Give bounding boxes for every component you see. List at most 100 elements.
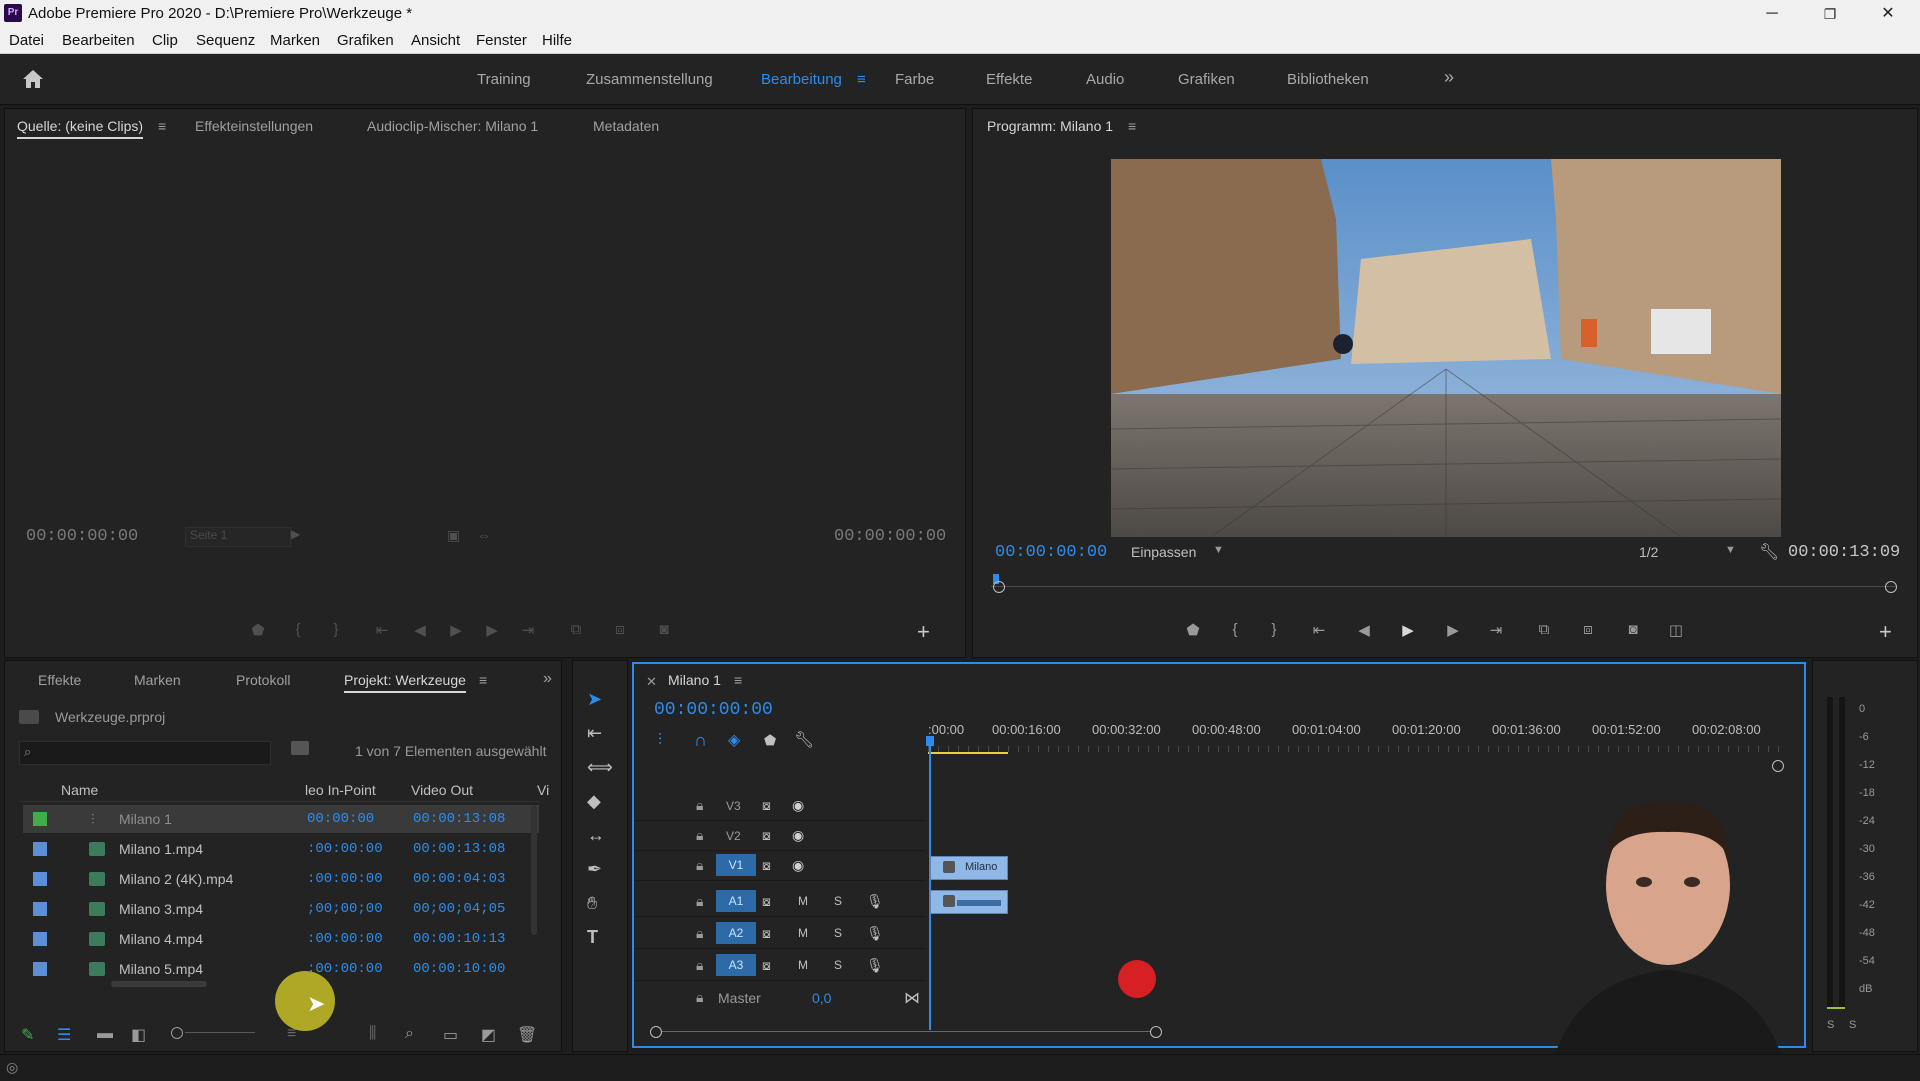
comparison-view-icon[interactable]: ◫ (1663, 621, 1689, 639)
freeform-view-icon[interactable]: ◧ (131, 1025, 146, 1045)
nest-icon[interactable]: ⫶ (658, 732, 662, 750)
sync-lock-icon[interactable]: ⧇ (762, 797, 771, 814)
microphone-icon[interactable]: 🎙︎ (866, 957, 884, 974)
label-color-swatch[interactable] (33, 872, 47, 886)
track-lock-icon[interactable]: 🔒︎ (696, 857, 703, 874)
vertical-scrollbar[interactable] (531, 805, 537, 935)
fit-chevron-down-icon[interactable]: ▼ (1213, 544, 1224, 556)
selection-tool-icon[interactable]: ➤ (587, 689, 602, 710)
source-page-select[interactable]: Seite 1 (185, 527, 291, 547)
slip-tool-icon[interactable]: ↔ (587, 825, 605, 846)
step-forward-icon[interactable]: ▶ (479, 621, 505, 639)
microphone-icon[interactable]: 🎙︎ (866, 925, 884, 942)
timeline-settings-icon[interactable]: 🔧︎ (794, 730, 814, 750)
menu-datei[interactable]: Datei (9, 32, 44, 49)
list-item[interactable]: Milano 1.mp4 :00:00:00 00:00:13:08 (23, 835, 539, 863)
step-back-icon[interactable]: ◀ (1351, 621, 1377, 639)
mark-out-icon[interactable]: } (1261, 621, 1287, 638)
close-button[interactable]: ✕ (1868, 2, 1908, 26)
toggle-output-eye-icon[interactable]: ◉ (792, 827, 804, 844)
program-menu-icon[interactable]: ≡ (1128, 118, 1136, 134)
menu-fenster[interactable]: Fenster (476, 32, 527, 49)
tab-metadata[interactable]: Metadaten (593, 118, 659, 134)
label-color-swatch[interactable] (33, 842, 47, 856)
list-item[interactable]: Milano 3.mp4 ;00;00;00 00;00;04;05 (23, 895, 539, 923)
sequence-menu-icon[interactable]: ≡ (734, 672, 742, 688)
razor-tool-icon[interactable]: ◆ (587, 791, 601, 812)
go-to-in-icon[interactable]: ⇤ (369, 621, 395, 639)
project-menu-icon[interactable]: ≡ (479, 672, 487, 688)
track-label[interactable]: A1 (716, 890, 756, 912)
new-bin-from-search-icon[interactable] (291, 741, 309, 755)
track-label[interactable]: V1 (716, 854, 756, 876)
sync-lock-icon[interactable]: ⧇ (762, 957, 771, 974)
step-back-icon[interactable]: ◀ (407, 621, 433, 639)
workspace-zusammenstellung[interactable]: Zusammenstellung (586, 71, 713, 88)
insert-icon[interactable]: ⧉ (563, 621, 589, 638)
menu-marken[interactable]: Marken (270, 32, 320, 49)
resolution-select[interactable]: 1/2 (1639, 544, 1658, 560)
add-button-icon[interactable]: + (917, 619, 930, 645)
workspace-bearbeitung[interactable]: Bearbeitung (761, 71, 842, 88)
icon-view-icon[interactable]: ▬ (97, 1025, 113, 1043)
trash-icon[interactable]: 🗑︎ (517, 1025, 537, 1045)
scrubber-end-handle[interactable] (1885, 581, 1897, 593)
menu-bearbeiten[interactable]: Bearbeiten (62, 32, 135, 49)
step-forward-icon[interactable]: ▶ (1440, 621, 1466, 639)
compare-icon[interactable]: ⇔ (477, 527, 491, 543)
minimize-button[interactable]: ─ (1752, 2, 1792, 26)
new-item-icon[interactable]: ◩ (481, 1025, 496, 1045)
solo-button[interactable]: S (834, 958, 842, 972)
list-item[interactable]: Milano 4.mp4 :00:00:00 00:00:10:13 (23, 925, 539, 953)
play-icon[interactable]: ▶ (1395, 621, 1421, 639)
tab-project[interactable]: Projekt: Werkzeuge (344, 672, 466, 693)
workspace-grafiken[interactable]: Grafiken (1178, 71, 1235, 88)
program-scrubber[interactable] (991, 574, 1897, 595)
track-label[interactable]: A2 (716, 922, 756, 944)
master-volume-value[interactable]: 0,0 (812, 990, 831, 1006)
snap-magnet-icon[interactable]: ∩ (694, 730, 707, 751)
track-lock-icon[interactable]: 🔒︎ (696, 827, 703, 844)
tab-sequence[interactable]: Milano 1 (668, 672, 721, 688)
mark-in-icon[interactable]: { (285, 621, 311, 638)
menu-hilfe[interactable]: Hilfe (542, 32, 572, 49)
mute-button[interactable]: M (798, 926, 808, 940)
lift-icon[interactable]: ⧉ (1531, 621, 1557, 638)
play-small-icon[interactable]: ▶ (291, 527, 300, 541)
add-button-icon[interactable]: + (1879, 619, 1892, 645)
linked-selection-icon[interactable]: ◈ (728, 730, 740, 750)
type-tool-icon[interactable]: T (587, 927, 598, 948)
menu-grafiken[interactable]: Grafiken (337, 32, 394, 49)
track-lock-icon[interactable]: 🔒︎ (696, 797, 703, 814)
menu-ansicht[interactable]: Ansicht (411, 32, 460, 49)
go-to-in-icon[interactable]: ⇤ (1306, 621, 1332, 639)
menu-clip[interactable]: Clip (152, 32, 178, 49)
workspace-effekte[interactable]: Effekte (986, 71, 1032, 88)
track-lock-icon[interactable]: 🔒︎ (696, 957, 703, 974)
program-timecode[interactable]: 00:00:00:00 (995, 543, 1107, 562)
add-marker-icon[interactable]: ⬟ (764, 732, 776, 749)
settings-square-icon[interactable]: ▣ (447, 527, 460, 544)
track-lock-icon[interactable]: 🔒︎ (696, 893, 703, 910)
maximize-button[interactable]: ❐ (1810, 2, 1850, 26)
wrench-icon[interactable]: 🔧︎ (1759, 542, 1779, 562)
new-bin-icon[interactable]: ▭ (443, 1025, 458, 1045)
add-marker-icon[interactable]: ⬟ (1180, 621, 1206, 639)
list-item[interactable]: ⫶ Milano 1 00:00:00 00:00:13:08 (23, 805, 539, 833)
mark-in-icon[interactable]: { (1222, 621, 1248, 638)
solo-button[interactable]: S (834, 894, 842, 908)
solo-left-button[interactable]: S (1827, 1019, 1834, 1031)
track-label[interactable]: V2 (726, 829, 741, 843)
track-label[interactable]: A3 (716, 954, 756, 976)
track-lock-icon[interactable]: 🔒︎ (696, 925, 703, 942)
toggle-output-eye-icon[interactable]: ◉ (792, 797, 804, 814)
mark-out-icon[interactable]: } (323, 621, 349, 638)
horizontal-scroll-end-handle[interactable] (1150, 1026, 1162, 1038)
label-color-swatch[interactable] (33, 902, 47, 916)
tab-source[interactable]: Quelle: (keine Clips) (17, 118, 144, 139)
timeline-playhead[interactable] (929, 736, 931, 1030)
overwrite-icon[interactable]: ⧈ (607, 621, 633, 638)
column-video-out[interactable]: Video Out (411, 782, 473, 798)
pen-tool-icon[interactable]: ✒ (587, 859, 602, 880)
horizontal-scrollbar[interactable] (662, 1031, 1150, 1032)
